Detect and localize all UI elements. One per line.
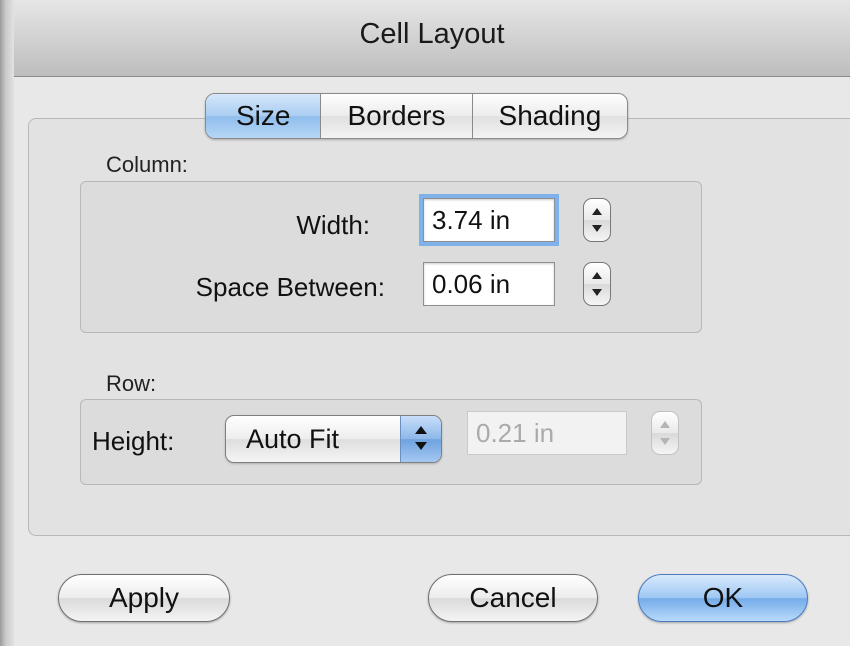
tab-size[interactable]: Size xyxy=(206,94,321,138)
height-mode-value: Auto Fit xyxy=(246,424,340,454)
cancel-button[interactable]: Cancel xyxy=(428,574,598,622)
tab-control: Size Borders Shading xyxy=(205,93,629,139)
window-title: Cell Layout xyxy=(359,18,505,50)
width-stepper-icon[interactable] xyxy=(583,198,611,242)
space-between-increment-icon[interactable] xyxy=(584,263,610,284)
tab-borders[interactable]: Borders xyxy=(320,94,471,138)
window-edge xyxy=(0,0,14,646)
space-between-stepper-icon[interactable] xyxy=(583,262,611,306)
tab-shading[interactable]: Shading xyxy=(471,94,628,138)
space-between-field[interactable] xyxy=(423,262,555,306)
height-mode-popup[interactable]: Auto Fit xyxy=(225,415,442,463)
height-field xyxy=(467,411,627,455)
width-increment-icon[interactable] xyxy=(584,199,610,220)
height-decrement-icon xyxy=(652,433,678,454)
width-label: Width: xyxy=(296,210,370,240)
space-between-decrement-icon[interactable] xyxy=(584,284,610,305)
height-label: Height: xyxy=(92,426,175,456)
popup-arrows-icon xyxy=(400,416,441,462)
title-bar[interactable]: Cell Layout xyxy=(14,0,850,77)
width-decrement-icon[interactable] xyxy=(584,220,610,241)
space-between-label: Space Between: xyxy=(195,272,385,302)
ok-button[interactable]: OK xyxy=(638,574,808,622)
apply-button[interactable]: Apply xyxy=(58,574,230,622)
height-stepper-icon xyxy=(651,411,679,455)
row-group-label: Row: xyxy=(106,371,157,396)
column-group-label: Column: xyxy=(106,152,188,177)
height-increment-icon xyxy=(652,412,678,433)
width-field[interactable] xyxy=(419,194,559,246)
